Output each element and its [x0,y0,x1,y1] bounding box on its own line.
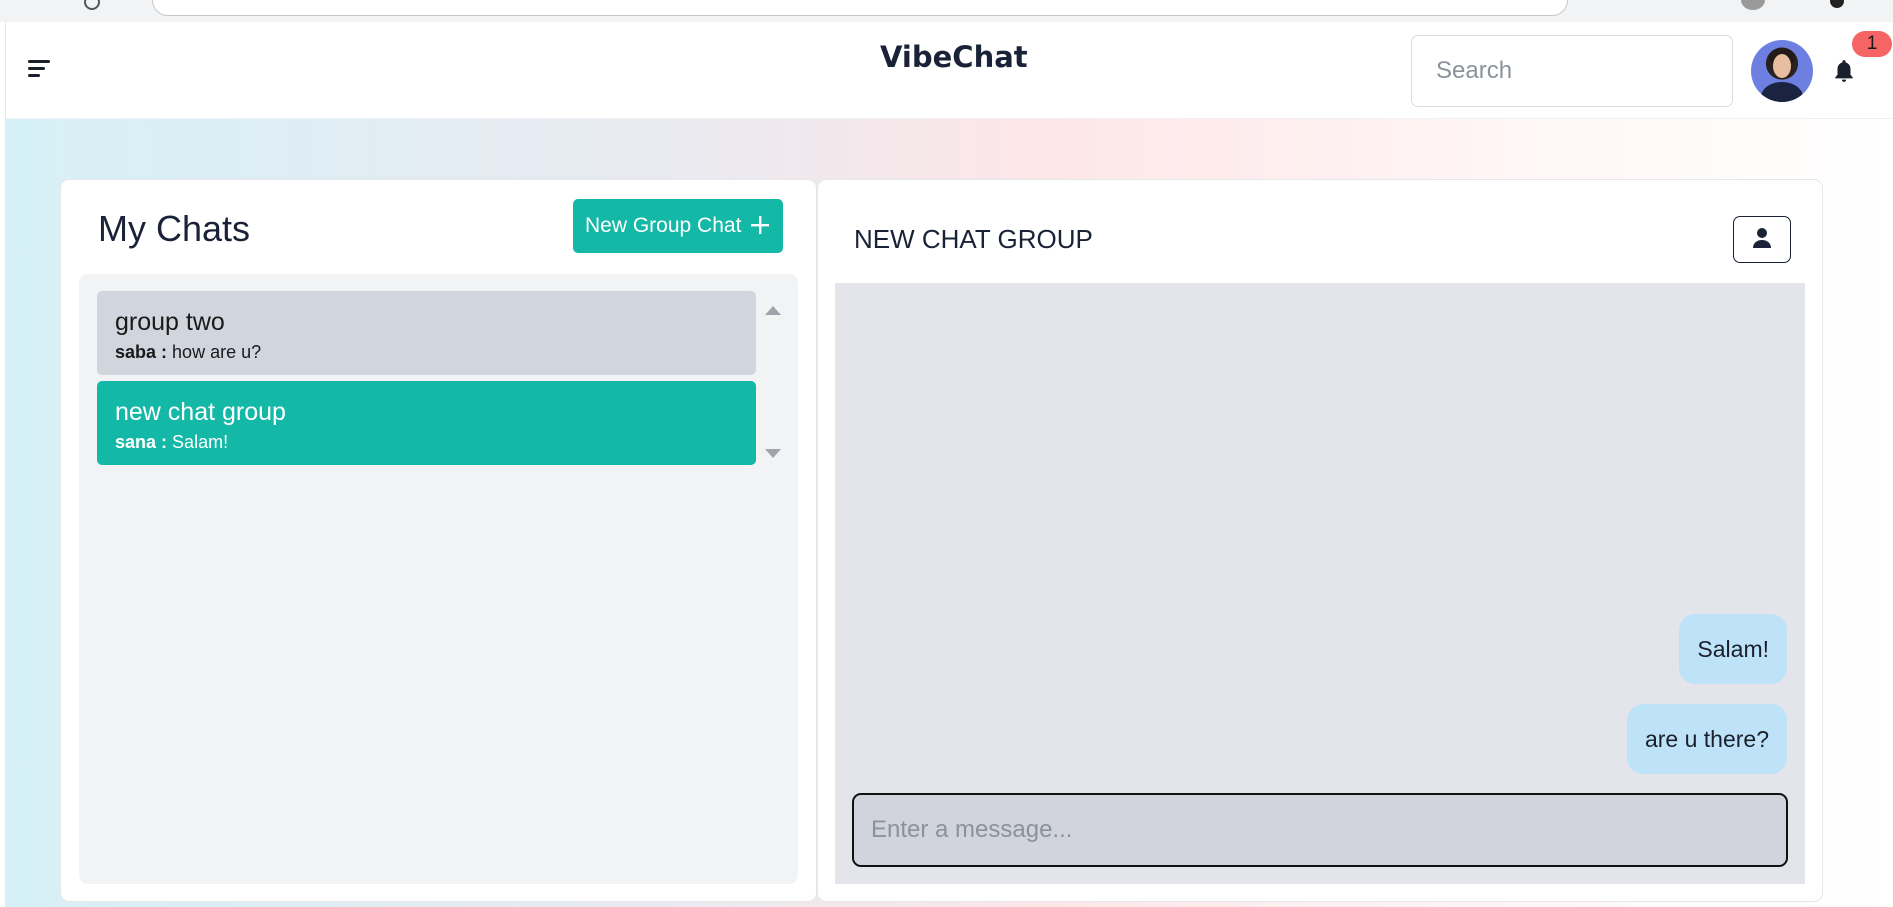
browser-info-icon[interactable] [1830,0,1844,8]
site-info-icon[interactable] [84,0,100,10]
message-input[interactable] [852,793,1788,867]
chat-latest-text: how are u? [172,342,262,362]
browser-toolbar [0,0,1893,22]
my-chats-panel: My Chats New Group Chat group two saba :… [60,179,817,902]
scroll-down-icon[interactable] [765,449,781,458]
browser-profile-icon[interactable] [1741,0,1765,10]
scroll-up-icon[interactable] [765,306,781,315]
chat-latest-sender: saba : [115,342,168,362]
message-bubble: Salam! [1679,614,1787,684]
avatar[interactable] [1751,40,1813,102]
chat-latest-text: Salam! [172,432,229,452]
chat-latest-sender: sana : [115,432,168,452]
chat-latest-message: sana : Salam! [115,432,228,453]
new-group-chat-label: New Group Chat [585,214,742,237]
chat-title: NEW CHAT GROUP [854,224,1093,254]
my-chats-title: My Chats [98,208,251,249]
chat-name: new chat group [115,398,286,426]
address-bar[interactable] [152,0,1568,16]
bell-icon[interactable] [1831,58,1857,84]
menu-icon[interactable] [28,60,52,80]
app-container: VibeChat 1 My Chats New Group Chat group… [5,22,1893,907]
app-title: VibeChat [880,40,1028,74]
notification-badge: 1 [1852,31,1892,57]
message-bubble: are u there? [1626,704,1787,774]
top-navbar: VibeChat 1 [6,22,1893,119]
chat-list: group two saba : how are u? new chat gro… [79,274,798,884]
chat-list-item[interactable]: group two saba : how are u? [97,291,756,375]
chat-latest-message: saba : how are u? [115,342,261,363]
chat-name: group two [115,308,225,336]
user-icon [1753,228,1771,248]
chat-list-item-selected[interactable]: new chat group sana : Salam! [97,381,756,465]
chat-panel: NEW CHAT GROUP Salam! are u there? [817,179,1823,902]
search-input[interactable] [1411,35,1733,107]
messages-area: Salam! are u there? [835,283,1805,884]
plus-icon [751,216,769,234]
new-group-chat-button[interactable]: New Group Chat [573,199,783,253]
view-profile-button[interactable] [1733,216,1791,263]
